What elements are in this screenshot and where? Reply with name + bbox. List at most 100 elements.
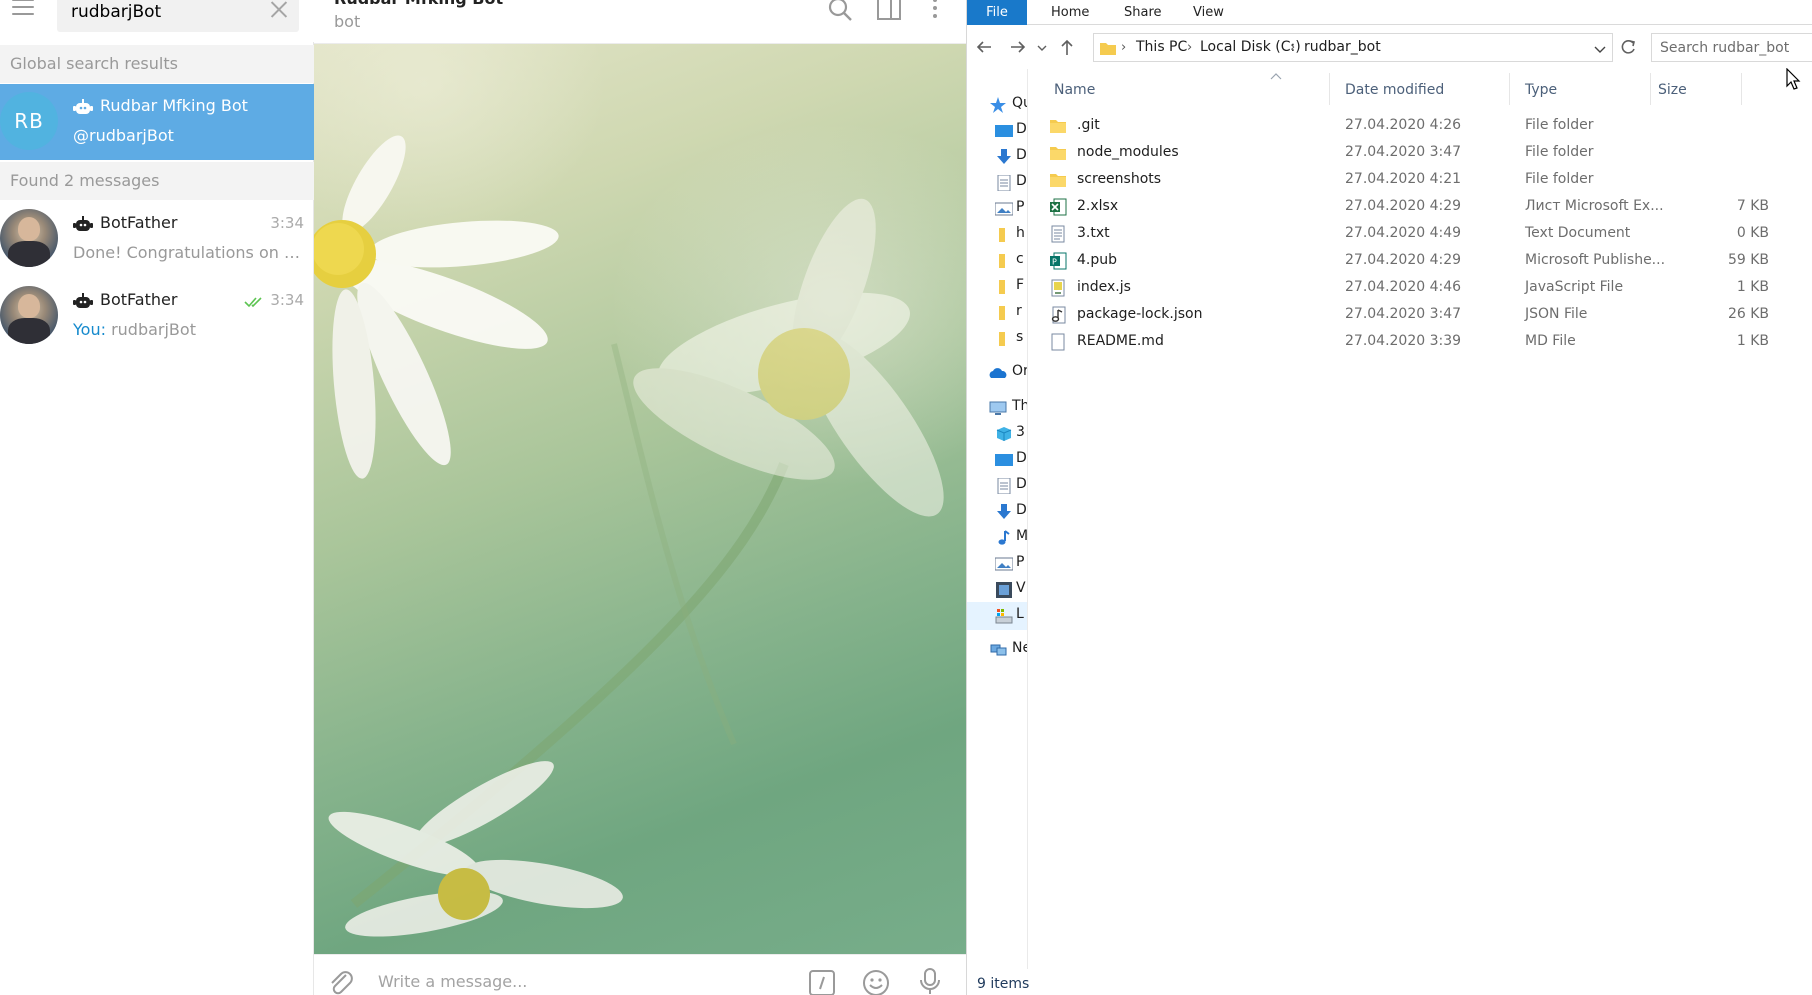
file-date: 27.04.2020 4:49 <box>1345 225 1462 241</box>
more-vertical-icon[interactable] <box>922 0 948 26</box>
address-bar[interactable]: › This PC › Local Disk (C:) › rudbar_bot <box>1093 33 1613 62</box>
chevron-down-icon[interactable] <box>1594 41 1606 53</box>
nav-music[interactable]: M <box>967 524 1027 552</box>
nav-folder[interactable]: F <box>967 273 1027 301</box>
message-preview: Done! Congratulations on yo... <box>73 243 303 262</box>
nav-label: V <box>1016 580 1026 596</box>
search-icon[interactable] <box>828 0 854 26</box>
column-divider[interactable] <box>1509 73 1510 105</box>
nav-label: P <box>1016 554 1025 570</box>
message-result[interactable]: BotFather 3:34 You: rudbarjBot <box>0 278 314 354</box>
sidebar-toggle-icon[interactable] <box>876 0 902 26</box>
file-name: index.js <box>1077 279 1131 295</box>
refresh-icon[interactable] <box>1617 33 1639 62</box>
message-preview-text: rudbarjBot <box>111 320 196 339</box>
nav-desktop[interactable]: D <box>967 446 1027 474</box>
nav-downloads[interactable]: D <box>967 498 1027 526</box>
file-row[interactable]: node_modules 27.04.2020 3:47 File folder <box>1029 140 1769 167</box>
section-header-found: Found 2 messages <box>0 162 314 200</box>
hamburger-menu-icon[interactable] <box>10 0 36 24</box>
column-header-date[interactable]: Date modified <box>1345 75 1444 105</box>
up-arrow-icon[interactable] <box>1056 36 1078 58</box>
forward-arrow-icon[interactable] <box>1007 36 1029 58</box>
column-divider[interactable] <box>1741 73 1742 105</box>
file-row[interactable]: screenshots 27.04.2020 4:21 File folder <box>1029 167 1769 194</box>
file-row[interactable]: P 4.pub 27.04.2020 4:29 Microsoft Publis… <box>1029 248 1769 275</box>
nav-quick-access[interactable]: Qu <box>967 91 1027 119</box>
file-date: 27.04.2020 4:29 <box>1345 198 1462 214</box>
tab-view[interactable]: View <box>1181 0 1236 25</box>
close-icon[interactable] <box>269 0 289 20</box>
desktop: Global search results RB Rudbar Mfking B… <box>0 0 1812 995</box>
nav-folder[interactable]: s <box>967 325 1027 353</box>
back-arrow-icon[interactable] <box>973 36 995 58</box>
file-row[interactable]: 3.txt 27.04.2020 4:49 Text Document 0 KB <box>1029 221 1769 248</box>
file-list: Name Date modified Type Size .git 27.04.… <box>1029 69 1812 969</box>
breadcrumb-this-pc[interactable]: This PC <box>1136 34 1187 61</box>
js-file-icon <box>1049 279 1067 297</box>
file-name: screenshots <box>1077 171 1162 187</box>
column-divider[interactable] <box>1329 73 1330 105</box>
download-icon <box>995 504 1013 520</box>
column-header-name[interactable]: Name <box>1054 75 1095 105</box>
nav-3d-objects[interactable]: 3 <box>967 420 1027 448</box>
message-result[interactable]: BotFather 3:34 Done! Congratulations on … <box>0 201 314 277</box>
file-row[interactable]: 2.xlsx 27.04.2020 4:29 Лист Microsoft Ex… <box>1029 194 1769 221</box>
file-row[interactable]: package-lock.json 27.04.2020 3:47 JSON F… <box>1029 302 1769 329</box>
folder-icon <box>995 253 1013 269</box>
chat-title[interactable]: Rudbar Mfking Bot <box>334 0 503 8</box>
breadcrumb-rudbar-bot[interactable]: rudbar_bot <box>1304 34 1381 61</box>
file-row[interactable]: index.js 27.04.2020 4:46 JavaScript File… <box>1029 275 1769 302</box>
desktop-icon <box>995 123 1013 139</box>
message-input[interactable] <box>378 969 738 993</box>
file-type: File folder <box>1525 144 1594 160</box>
file-type: File folder <box>1525 117 1594 133</box>
nav-pictures[interactable]: P <box>967 550 1027 578</box>
local-disk-icon <box>995 608 1013 624</box>
file-row[interactable]: .git 27.04.2020 4:26 File folder <box>1029 113 1769 140</box>
nav-downloads[interactable]: D <box>967 143 1027 171</box>
avatar <box>0 286 58 344</box>
breadcrumb-local-disk[interactable]: Local Disk (C:) <box>1200 34 1301 61</box>
emoji-icon[interactable] <box>862 969 890 995</box>
nav-this-pc[interactable]: Th <box>967 394 1027 422</box>
file-size: 26 KB <box>1727 306 1769 322</box>
nav-videos[interactable]: V <box>967 576 1027 604</box>
search-box <box>57 0 299 32</box>
nav-documents[interactable]: D <box>967 169 1027 197</box>
nav-local-disk[interactable]: L <box>967 602 1027 630</box>
file-type: JSON File <box>1525 306 1588 322</box>
tab-home[interactable]: Home <box>1039 0 1101 25</box>
nav-network[interactable]: Ne <box>967 636 1027 664</box>
tab-share[interactable]: Share <box>1112 0 1174 25</box>
tab-file[interactable]: File <box>967 0 1027 25</box>
attach-icon[interactable] <box>326 967 354 995</box>
folder-icon <box>995 305 1013 321</box>
bot-command-icon[interactable] <box>808 969 836 995</box>
nav-label: D <box>1016 476 1027 492</box>
nav-onedrive[interactable]: Or <box>967 359 1027 387</box>
file-type: Microsoft Publishe... <box>1525 252 1666 268</box>
nav-folder[interactable]: r <box>967 299 1027 327</box>
daisy-wallpaper-image <box>314 135 944 937</box>
nav-label: D <box>1016 502 1027 518</box>
text-file-icon <box>1049 225 1067 243</box>
nav-label: P <box>1016 199 1025 215</box>
column-header-type[interactable]: Type <box>1525 75 1557 105</box>
column-header-size[interactable]: Size <box>1658 75 1687 105</box>
search-result-rudbar-bot[interactable]: RB Rudbar Mfking Bot @rudbarjBot <box>0 84 314 160</box>
recent-locations-chevron-icon[interactable] <box>1035 36 1049 58</box>
microphone-icon[interactable] <box>916 967 944 995</box>
nav-folder[interactable]: c <box>967 247 1027 275</box>
search-input[interactable] <box>71 0 261 24</box>
message-preview: You: rudbarjBot <box>73 320 303 339</box>
nav-documents[interactable]: D <box>967 472 1027 500</box>
explorer-search-box <box>1651 33 1812 62</box>
file-type: File folder <box>1525 171 1594 187</box>
nav-desktop[interactable]: D <box>967 117 1027 145</box>
column-divider[interactable] <box>1650 73 1651 105</box>
nav-folder[interactable]: h <box>967 221 1027 249</box>
file-row[interactable]: README.md 27.04.2020 3:39 MD File 1 KB <box>1029 329 1769 356</box>
nav-pictures[interactable]: P <box>967 195 1027 223</box>
explorer-search-input[interactable] <box>1660 38 1810 58</box>
